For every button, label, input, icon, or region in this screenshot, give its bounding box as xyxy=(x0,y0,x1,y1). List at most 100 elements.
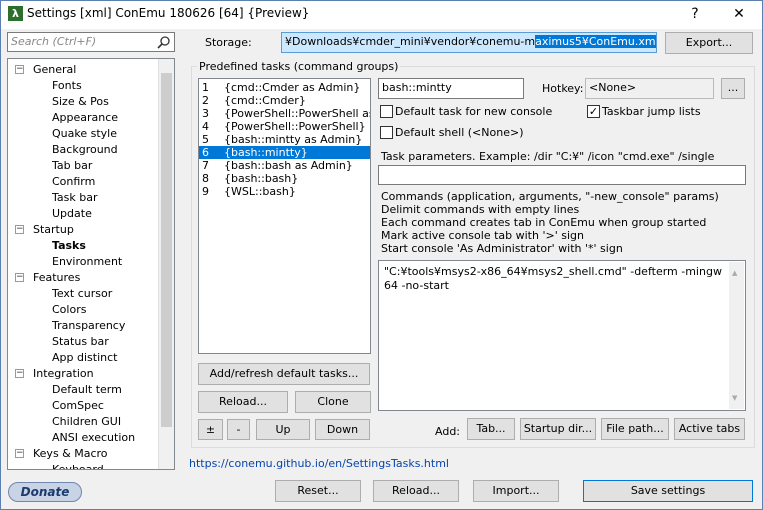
add-startup-dir-button[interactable]: Startup dir... xyxy=(520,418,596,440)
tree-item-background[interactable]: Background xyxy=(52,142,118,157)
tree-expander-icon[interactable]: − xyxy=(15,449,24,458)
tree-item-fonts[interactable]: Fonts xyxy=(52,78,82,93)
tree-item-size-pos[interactable]: Size & Pos xyxy=(52,94,109,109)
remove-task-button[interactable]: - xyxy=(227,419,250,440)
settings-window: λ Settings [xml] ConEmu 180626 [64] {Pre… xyxy=(0,0,763,510)
default-shell-label: Default shell (<None>) xyxy=(395,126,524,139)
import-button[interactable]: Import... xyxy=(473,480,559,502)
help-line: Start console 'As Administrator' with '*… xyxy=(381,242,623,255)
tree-item-keyboard[interactable]: Keyboard xyxy=(52,462,104,469)
scroll-down-icon[interactable]: ▼ xyxy=(732,391,737,405)
task-row[interactable]: 9 {WSL::bash} xyxy=(199,185,370,198)
task-params-field[interactable] xyxy=(378,165,746,185)
tree-item-tasks[interactable]: Tasks xyxy=(52,238,86,253)
help-icon[interactable]: ? xyxy=(673,1,717,27)
move-up-button[interactable]: Up xyxy=(256,419,310,440)
task-row[interactable]: 1 {cmd::Cmder as Admin} xyxy=(199,81,370,94)
task-row[interactable]: 6 {bash::mintty} xyxy=(199,146,370,159)
donate-button[interactable]: Donate xyxy=(8,482,82,502)
reload-tasks-button[interactable]: Reload... xyxy=(198,391,288,413)
add-active-tabs-button[interactable]: Active tabs xyxy=(674,418,745,440)
tree-expander-icon[interactable]: − xyxy=(15,273,24,282)
task-params-label: Task parameters. Example: /dir "C:¥" /ic… xyxy=(381,150,715,163)
tree-item-task-bar[interactable]: Task bar xyxy=(52,190,97,205)
tree-scrollbar-thumb[interactable] xyxy=(161,73,172,427)
commands-textarea[interactable]: "C:¥tools¥msys2-x86_64¥msys2_shell.cmd" … xyxy=(378,260,746,411)
export-button[interactable]: Export... xyxy=(665,32,753,54)
tree-item-confirm[interactable]: Confirm xyxy=(52,174,95,189)
save-settings-button[interactable]: Save settings xyxy=(583,480,753,502)
settings-help-link[interactable]: https://conemu.github.io/en/SettingsTask… xyxy=(189,457,449,470)
tree-expander-icon[interactable]: − xyxy=(15,369,24,378)
tree-scrollbar[interactable] xyxy=(158,59,174,469)
hotkey-field[interactable]: <None> xyxy=(585,78,714,99)
title-bar: λ Settings [xml] ConEmu 180626 [64] {Pre… xyxy=(1,1,762,29)
tree-item-ansi-execution[interactable]: ANSI execution xyxy=(52,430,135,445)
tree-item-quake-style[interactable]: Quake style xyxy=(52,126,117,141)
tree-item-colors[interactable]: Colors xyxy=(52,302,86,317)
task-name: {cmd::Cmder as Admin} xyxy=(224,81,361,94)
task-row[interactable]: 2 {cmd::Cmder} xyxy=(199,94,370,107)
tasks-list[interactable]: 1 {cmd::Cmder as Admin}2 {cmd::Cmder}3 {Pow… xyxy=(198,78,371,354)
task-name: {PowerShell::PowerShell as Ac xyxy=(224,107,370,120)
tree-item-appearance[interactable]: Appearance xyxy=(52,110,118,125)
storage-path-field[interactable]: ¥Downloads¥cmder_mini¥vendor¥conemu-maxi… xyxy=(281,32,657,53)
taskbar-jump-checkbox[interactable]: ✓ xyxy=(587,105,600,118)
task-name: {cmd::Cmder} xyxy=(224,94,306,107)
task-number: 5 xyxy=(202,133,209,146)
add-tab-button[interactable]: Tab... xyxy=(467,418,515,440)
task-name: {bash::mintty} xyxy=(224,146,308,159)
tree-item-app-distinct[interactable]: App distinct xyxy=(52,350,117,365)
task-name-field[interactable]: bash::mintty xyxy=(378,78,524,99)
task-row[interactable]: 7 {bash::bash as Admin} xyxy=(199,159,370,172)
help-line: Mark active console tab with '>' sign xyxy=(381,229,584,242)
tree-expander-icon[interactable]: − xyxy=(15,65,24,74)
tree-item-environment[interactable]: Environment xyxy=(52,254,122,269)
tree-item-transparency[interactable]: Transparency xyxy=(52,318,125,333)
commands-scrollbar[interactable]: ▲ ▼ xyxy=(729,262,744,409)
clone-task-button[interactable]: Clone xyxy=(295,391,371,413)
tree-item-integration[interactable]: Integration xyxy=(33,366,94,381)
search-icon[interactable] xyxy=(157,35,171,49)
task-number: 1 xyxy=(202,81,209,94)
add-file-path-button[interactable]: File path... xyxy=(601,418,669,440)
task-row[interactable]: 3 {PowerShell::PowerShell as Ac xyxy=(199,107,370,120)
settings-tree[interactable]: − General Fonts Size & Pos Appearance Quake s… xyxy=(7,58,175,470)
hotkey-more-button[interactable]: ... xyxy=(721,78,745,99)
tree-item-tab-bar[interactable]: Tab bar xyxy=(52,158,92,173)
window-title: Settings [xml] ConEmu 180626 [64] {Previ… xyxy=(27,6,310,20)
tree-expander-icon[interactable]: − xyxy=(15,225,24,234)
help-line: Delimit commands with empty lines xyxy=(381,203,580,216)
default-task-label: Default task for new console xyxy=(395,105,553,118)
help-line: Commands (application, arguments, "-new_… xyxy=(381,190,719,203)
add-refresh-default-tasks-button[interactable]: Add/refresh default tasks... xyxy=(198,363,370,385)
tree-item-children-gui[interactable]: Children GUI xyxy=(52,414,121,429)
task-row[interactable]: 8 {bash::bash} xyxy=(199,172,370,185)
scroll-up-icon[interactable]: ▲ xyxy=(732,266,737,280)
tree-item-update[interactable]: Update xyxy=(52,206,92,221)
default-shell-checkbox[interactable] xyxy=(380,126,393,139)
tree-item-general[interactable]: General xyxy=(33,62,76,77)
commands-help: Commands (application, arguments, "-new_… xyxy=(381,190,719,255)
search-input[interactable]: Search (Ctrl+F) xyxy=(7,32,175,52)
default-task-checkbox[interactable] xyxy=(380,105,393,118)
tree-item-startup[interactable]: Startup xyxy=(33,222,74,237)
tree-item-text-cursor[interactable]: Text cursor xyxy=(52,286,112,301)
task-number: 2 xyxy=(202,94,209,107)
tree-item-keys-macro[interactable]: Keys & Macro xyxy=(33,446,108,461)
reload-button[interactable]: Reload... xyxy=(373,480,459,502)
move-down-button[interactable]: Down xyxy=(315,419,370,440)
task-name: {bash::mintty as Admin} xyxy=(224,133,363,146)
task-number: 3 xyxy=(202,107,209,120)
task-row[interactable]: 5 {bash::mintty as Admin} xyxy=(199,133,370,146)
task-number: 7 xyxy=(202,159,209,172)
help-line: Each command creates tab in ConEmu when … xyxy=(381,216,707,229)
close-icon[interactable]: ✕ xyxy=(717,1,761,27)
tree-item-features[interactable]: Features xyxy=(33,270,80,285)
tree-item-default-term[interactable]: Default term xyxy=(52,382,122,397)
task-row[interactable]: 4 {PowerShell::PowerShell} xyxy=(199,120,370,133)
add-task-button[interactable]: ± xyxy=(198,419,223,440)
reset-button[interactable]: Reset... xyxy=(275,480,361,502)
tree-item-status-bar[interactable]: Status bar xyxy=(52,334,109,349)
tree-item-comspec[interactable]: ComSpec xyxy=(52,398,104,413)
